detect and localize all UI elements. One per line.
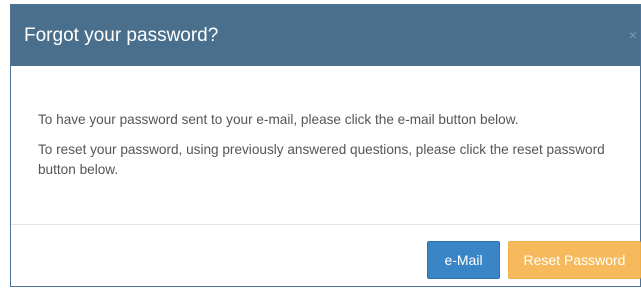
email-button[interactable]: e-Mail xyxy=(427,241,500,279)
dialog-footer: e-Mail Reset Password xyxy=(11,225,641,287)
email-instructions-text: To have your password sent to your e-mai… xyxy=(38,112,519,127)
forgot-password-dialog: Forgot your password? × To have your pas… xyxy=(10,4,641,287)
dialog-header: Forgot your password? × xyxy=(11,5,640,66)
dialog-body: To have your password sent to your e-mai… xyxy=(11,66,640,225)
reset-password-button[interactable]: Reset Password xyxy=(508,241,641,279)
close-icon[interactable]: × xyxy=(626,26,640,44)
reset-instructions-text: To reset your password, using previously… xyxy=(38,142,605,177)
dialog-title: Forgot your password? xyxy=(24,25,219,46)
